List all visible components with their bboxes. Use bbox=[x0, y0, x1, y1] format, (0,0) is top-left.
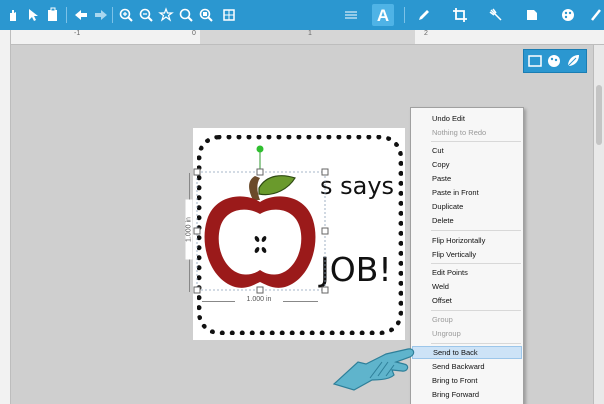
apple-graphic[interactable] bbox=[185, 142, 335, 312]
menu-item-undo-edit[interactable]: Undo Edit bbox=[412, 112, 522, 125]
menu-separator bbox=[431, 343, 521, 344]
menu-item-delete[interactable]: Delete bbox=[412, 214, 522, 227]
width-dimension-label: 1.000 in bbox=[235, 296, 283, 303]
menu-item-flip-horizontally[interactable]: Flip Horizontally bbox=[412, 234, 522, 247]
rectangle-icon[interactable] bbox=[527, 53, 543, 69]
menu-item-send-backward[interactable]: Send Backward bbox=[412, 360, 522, 373]
text-icon[interactable]: A bbox=[372, 4, 394, 26]
menu-item-send-to-back[interactable]: Send to Back bbox=[412, 346, 522, 359]
ruler-mark: 1 bbox=[308, 30, 312, 37]
pencil-icon[interactable] bbox=[413, 4, 435, 26]
rotate-handle bbox=[256, 145, 264, 153]
menu-item-paste-in-front[interactable]: Paste in Front bbox=[412, 186, 522, 199]
redo-icon[interactable] bbox=[90, 4, 112, 26]
menu-item-nothing-to-redo: Nothing to Redo bbox=[432, 128, 487, 137]
height-dimension: 1.000 in bbox=[185, 170, 195, 295]
menu-item-flip-vertically[interactable]: Flip Vertically bbox=[412, 248, 522, 261]
menu-separator bbox=[431, 310, 521, 311]
vertical-scrollbar[interactable] bbox=[593, 45, 604, 404]
zoom-fit-icon[interactable] bbox=[155, 4, 177, 26]
toolbar-separator bbox=[66, 7, 67, 23]
ruler-mark: -1 bbox=[74, 30, 81, 37]
apple-inner bbox=[218, 209, 302, 275]
replicate-icon[interactable] bbox=[521, 4, 543, 26]
toolbar-separator bbox=[112, 7, 113, 23]
menu-item-weld[interactable]: Weld bbox=[412, 280, 522, 293]
undo-icon[interactable] bbox=[70, 4, 92, 26]
menu-item-edit-points[interactable]: Edit Points bbox=[412, 266, 522, 279]
width-dimension: 1.000 in bbox=[200, 296, 320, 306]
leaf-icon[interactable] bbox=[565, 53, 581, 69]
menu-separator bbox=[431, 141, 521, 142]
menu-item-copy[interactable]: Copy bbox=[412, 158, 522, 171]
menu-item-offset[interactable]: Offset bbox=[412, 294, 522, 307]
ruler-mark: 2 bbox=[424, 30, 428, 37]
menu-separator bbox=[431, 230, 521, 231]
pointing-hand-icon bbox=[332, 348, 415, 391]
menu-item-duplicate[interactable]: Duplicate bbox=[412, 200, 522, 213]
apple-leaf bbox=[258, 175, 296, 196]
ruler-mark: 0 bbox=[192, 30, 196, 37]
palette-icon[interactable] bbox=[557, 4, 579, 26]
apple-stem bbox=[249, 176, 260, 200]
knife-icon[interactable] bbox=[485, 4, 507, 26]
grid-icon[interactable] bbox=[218, 4, 240, 26]
horizontal-ruler[interactable]: -1 0 1 2 bbox=[10, 30, 604, 45]
context-menu: Undo Edit Nothing to Redo Cut Copy Paste… bbox=[410, 107, 524, 404]
grab-icon[interactable] bbox=[2, 4, 24, 26]
menu-item-bring-forward[interactable]: Bring Forward bbox=[412, 388, 522, 401]
crop-icon[interactable] bbox=[449, 4, 471, 26]
pointer-icon[interactable] bbox=[22, 4, 44, 26]
scrollbar-thumb[interactable] bbox=[596, 85, 602, 145]
silhouette-studio-window: A -1 0 1 2 s says JOB! 1.000 in 1.000 in… bbox=[0, 0, 604, 404]
vertical-ruler[interactable] bbox=[0, 30, 11, 404]
lines-icon[interactable] bbox=[340, 4, 362, 26]
menu-item-cut[interactable]: Cut bbox=[412, 144, 522, 157]
menu-item-group: Group bbox=[432, 315, 453, 324]
toolbar-separator bbox=[404, 7, 405, 23]
palette-icon[interactable] bbox=[546, 53, 562, 69]
zoom-page-icon[interactable] bbox=[195, 4, 217, 26]
top-toolbar: A bbox=[0, 0, 604, 30]
zoom-selection-icon[interactable] bbox=[175, 4, 197, 26]
menu-separator bbox=[431, 263, 521, 264]
height-dimension-label: 1.000 in bbox=[185, 199, 193, 260]
zoom-out-icon[interactable] bbox=[135, 4, 157, 26]
clipboard-icon[interactable] bbox=[42, 4, 64, 26]
menu-item-paste[interactable]: Paste bbox=[412, 172, 522, 185]
brush-icon[interactable] bbox=[585, 4, 604, 26]
menu-item-bring-to-front[interactable]: Bring to Front bbox=[412, 374, 522, 387]
fill-tools-panel bbox=[523, 49, 587, 73]
menu-item-ungroup: Ungroup bbox=[432, 329, 461, 338]
zoom-in-icon[interactable] bbox=[115, 4, 137, 26]
